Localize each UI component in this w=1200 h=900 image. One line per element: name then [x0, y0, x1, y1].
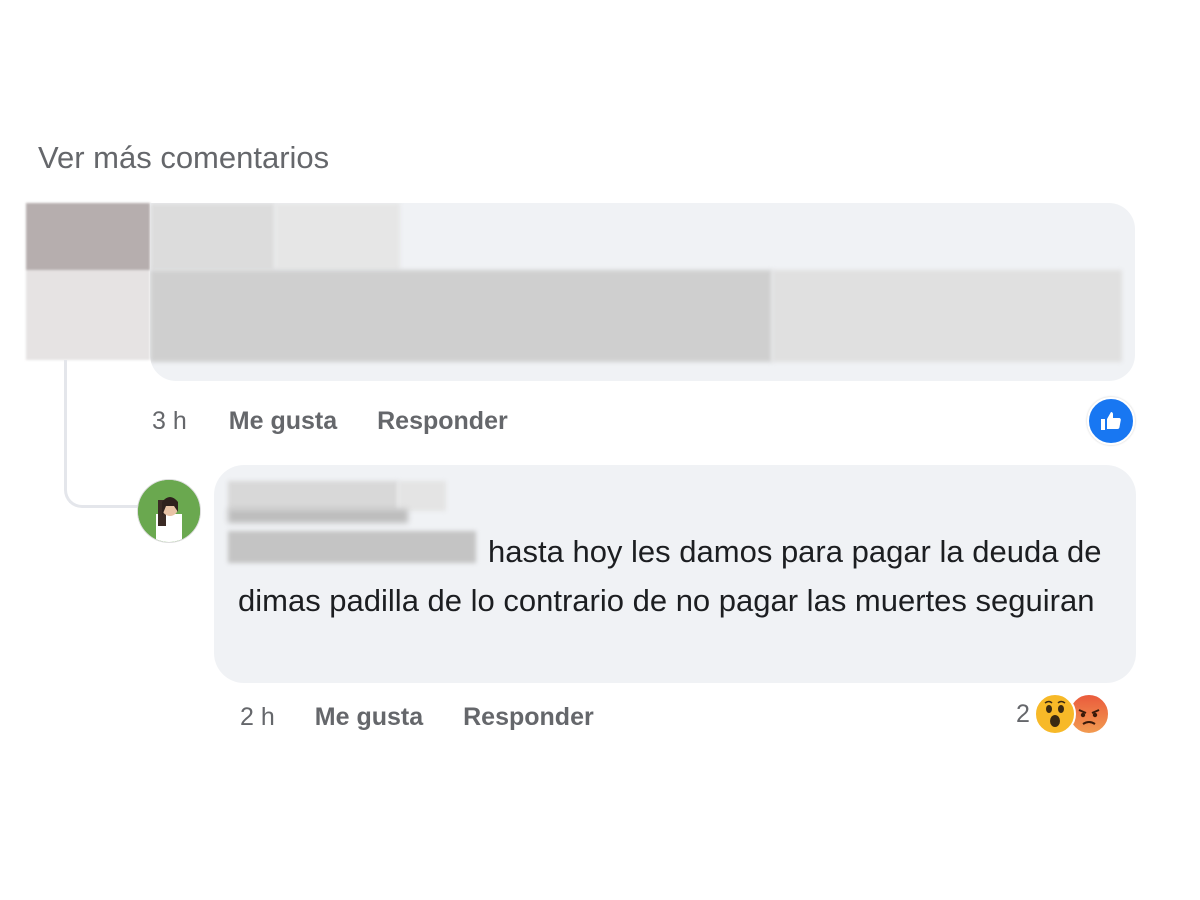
reaction-summary[interactable]: 2	[1016, 693, 1110, 735]
comment-bubble: hasta hoy les damos para pagar la deuda …	[214, 465, 1136, 683]
comment-bubble	[150, 203, 1135, 381]
avatar[interactable]	[26, 203, 150, 360]
like-button[interactable]: Me gusta	[315, 703, 423, 732]
comment-text: hasta hoy les damos para pagar la deuda …	[238, 534, 1102, 618]
see-more-comments-link[interactable]: Ver más comentarios	[38, 140, 329, 176]
reaction-count: 2	[1016, 699, 1030, 728]
like-icon[interactable]	[1087, 397, 1135, 445]
comment-timestamp: 3 h	[152, 407, 187, 435]
blurred-author-name	[398, 481, 446, 511]
blurred-author-name	[150, 203, 275, 270]
reply-button[interactable]: Responder	[377, 407, 508, 436]
reply-button[interactable]: Responder	[463, 703, 594, 732]
comment-actions: 3 h Me gusta Responder	[152, 407, 508, 436]
like-button[interactable]: Me gusta	[229, 407, 337, 436]
blurred-author-name	[275, 203, 400, 270]
blurred-author-name[interactable]	[228, 481, 398, 511]
blurred-author-name	[228, 509, 408, 523]
avatar[interactable]	[137, 479, 201, 543]
blurred-comment-text	[150, 270, 772, 362]
blurred-comment-text	[772, 270, 1122, 362]
wow-icon	[1033, 693, 1076, 735]
comment-actions: 2 h Me gusta Responder	[240, 703, 594, 732]
comment-timestamp: 2 h	[240, 703, 275, 731]
thread-connector	[64, 360, 138, 508]
